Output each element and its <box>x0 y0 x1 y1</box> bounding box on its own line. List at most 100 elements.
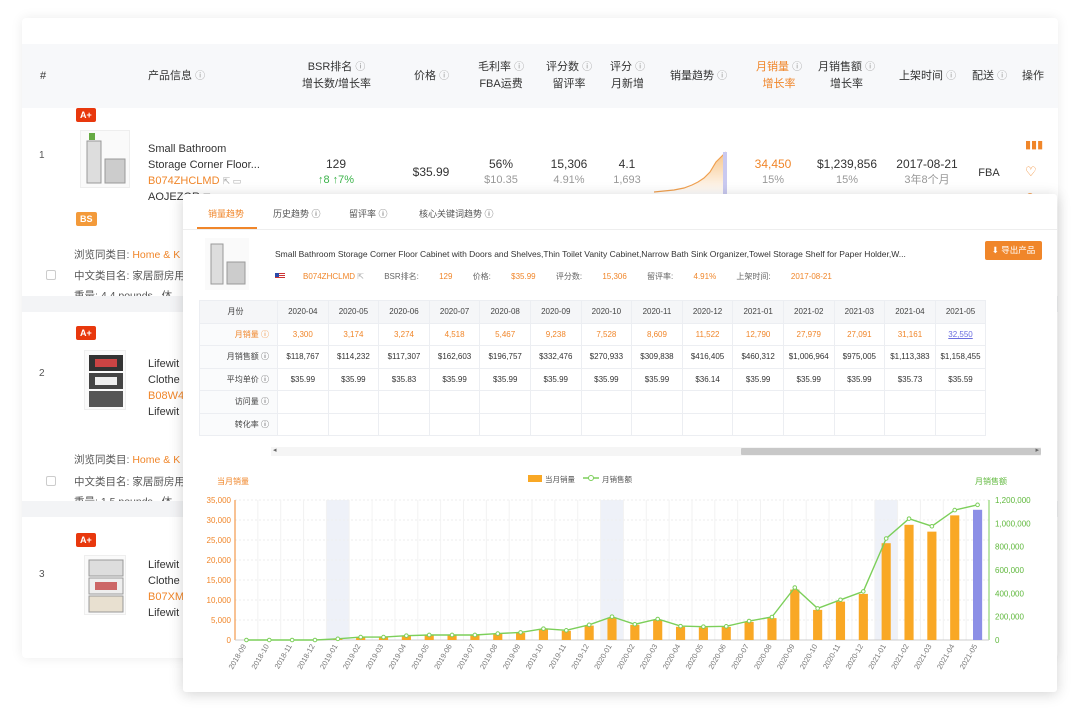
revenue-point <box>678 623 683 629</box>
revenue-point <box>381 634 386 640</box>
product-title[interactable]: Small Bathroom Storage Corner Floor... <box>148 141 278 173</box>
x-tick-label: 2019-06 <box>432 643 454 671</box>
col-launch[interactable]: 上架时间 ⓘ <box>899 68 956 85</box>
horizontal-scrollbar[interactable]: ◂ ▸ <box>271 447 1041 456</box>
tab-history-trend[interactable]: 历史趋势 ⓘ <box>273 207 321 220</box>
revenue-point <box>449 632 455 638</box>
help-icon[interactable]: ⓘ <box>514 62 524 73</box>
table-cell: $35.99 <box>428 367 481 391</box>
table-cell <box>934 390 987 414</box>
revenue-point <box>746 618 752 624</box>
x-tick-label: 2018-10 <box>249 643 271 671</box>
scroll-left-icon[interactable]: ◂ <box>273 446 277 454</box>
help-icon[interactable]: ⓘ <box>195 71 205 82</box>
delivery-value: FBA <box>978 167 1000 179</box>
revenue-point <box>358 634 363 640</box>
product-asin[interactable]: B074ZHCLMD ⇱ ▭ <box>148 173 278 189</box>
table-row: 月销售额 ⓘ $118,767 $114,232 $117,307 $162,603 $1… <box>199 345 987 369</box>
x-tick-label: 2019-04 <box>387 643 409 671</box>
heart-icon[interactable]: ♡ <box>1025 164 1037 180</box>
revenue-point <box>541 626 546 631</box>
help-icon[interactable]: ⓘ <box>379 209 388 219</box>
x-tick-label: 2020-08 <box>752 643 774 671</box>
revenue-point <box>952 507 958 513</box>
col-monthly-sales[interactable]: 月销量 ⓘ 增长率 <box>756 59 802 93</box>
table-cell: 8,609 <box>631 322 683 346</box>
col-monthly-revenue[interactable]: 月销售额 ⓘ 增长率 <box>818 59 875 93</box>
col-rating[interactable]: 评分 ⓘ 月新增 <box>610 59 645 93</box>
external-link-icon[interactable]: ⇱ <box>357 272 364 281</box>
external-link-icon[interactable]: ⇱ ▭ <box>223 176 242 186</box>
legend-label: 当月销量 <box>545 474 575 484</box>
x-tick-label: 2020-09 <box>775 643 797 671</box>
bar <box>927 531 937 640</box>
browse-category[interactable]: 浏览同类目: Home & K <box>74 452 180 467</box>
x-tick-label: 2020-05 <box>684 643 706 671</box>
col-delivery[interactable]: 配送 ⓘ <box>972 68 1007 85</box>
left-tick-label: 20,000 <box>207 556 232 565</box>
month-cell: 2020-04 <box>277 300 329 324</box>
col-trend[interactable]: 销量趋势 ⓘ <box>670 68 727 85</box>
help-icon[interactable]: ⓘ <box>946 71 956 82</box>
month-cell: 2020-07 <box>428 300 481 324</box>
product-thumbnail[interactable] <box>84 555 126 615</box>
col-reviews[interactable]: 评分数 ⓘ 留评率 <box>546 59 592 93</box>
tab-sales-trend[interactable]: 销量趋势 <box>208 207 244 220</box>
cn-category: 中文类目名: 家居厨房用 <box>74 476 185 488</box>
table-cell <box>378 412 430 436</box>
revenue-point <box>312 637 318 643</box>
x-tick-label: 2019-05 <box>409 643 431 671</box>
popup-asin[interactable]: B074ZHCLMD <box>303 272 355 281</box>
month-cell: 2020-09 <box>529 300 582 324</box>
row-header-cell: 月销售额 ⓘ <box>199 345 278 369</box>
col-product-info[interactable]: 产品信息 ⓘ <box>148 68 205 85</box>
right-tick-label: 1,000,000 <box>995 519 1031 528</box>
bar <box>973 509 983 640</box>
right-tick-label: 200,000 <box>995 613 1024 622</box>
help-icon[interactable]: ⓘ <box>485 209 494 219</box>
month-cell: 2021-01 <box>732 300 784 324</box>
help-icon[interactable]: ⓘ <box>312 209 321 219</box>
help-icon[interactable]: ⓘ <box>997 71 1007 82</box>
scrollbar-thumb[interactable] <box>741 448 1041 455</box>
col-price[interactable]: 价格 ⓘ <box>414 68 449 85</box>
table-cell: 3,174 <box>327 322 380 346</box>
chart-icon[interactable]: ▮▮▮ <box>1025 138 1043 151</box>
export-button[interactable]: ⬇ 导出产品 <box>985 241 1042 260</box>
help-icon[interactable]: ⓘ <box>582 62 592 73</box>
help-icon[interactable]: ⓘ <box>439 71 449 82</box>
bar <box>790 589 800 640</box>
product-thumbnail[interactable] <box>84 350 126 410</box>
month-cell: 2020-12 <box>681 300 734 324</box>
row-checkbox[interactable] <box>46 476 56 486</box>
table-cell: $35.99 <box>277 367 329 391</box>
tab-core-keywords[interactable]: 核心关键词趋势 ⓘ <box>419 207 494 220</box>
product-thumbnail[interactable] <box>80 130 130 188</box>
help-icon[interactable]: ⓘ <box>865 62 875 73</box>
bar <box>607 617 617 640</box>
tab-review-rate[interactable]: 留评率 ⓘ <box>349 207 388 220</box>
table-cell[interactable]: 32,550 <box>934 322 987 346</box>
help-icon[interactable]: ⓘ <box>717 71 727 82</box>
col-bsr[interactable]: BSR排名 ⓘ 增长数/增长率 <box>302 59 371 93</box>
left-tick-label: 35,000 <box>207 496 232 505</box>
bar <box>721 626 731 640</box>
col-margin[interactable]: 毛利率 ⓘ FBA运费 <box>478 59 524 93</box>
revenue-point <box>586 622 592 628</box>
help-icon[interactable]: ⓘ <box>635 62 645 73</box>
scroll-right-icon[interactable]: ▸ <box>1035 446 1039 454</box>
storage-bag-image <box>89 355 123 407</box>
row-checkbox[interactable] <box>46 270 56 280</box>
browse-category[interactable]: 浏览同类目: Home & K <box>74 247 180 262</box>
help-icon[interactable]: ⓘ <box>355 62 365 73</box>
x-tick-label: 2021-05 <box>958 643 980 671</box>
sales-sparkline[interactable] <box>654 148 728 194</box>
help-icon[interactable]: ⓘ <box>792 62 802 73</box>
revenue-point <box>495 631 501 636</box>
table-cell: $35.99 <box>327 367 380 391</box>
legend-swatch-point <box>588 475 594 481</box>
table-cell: 27,979 <box>782 322 835 346</box>
table-cell: $35.99 <box>580 367 633 391</box>
x-tick-label: 2018-11 <box>273 643 294 671</box>
table-cell: 7,528 <box>580 322 633 346</box>
